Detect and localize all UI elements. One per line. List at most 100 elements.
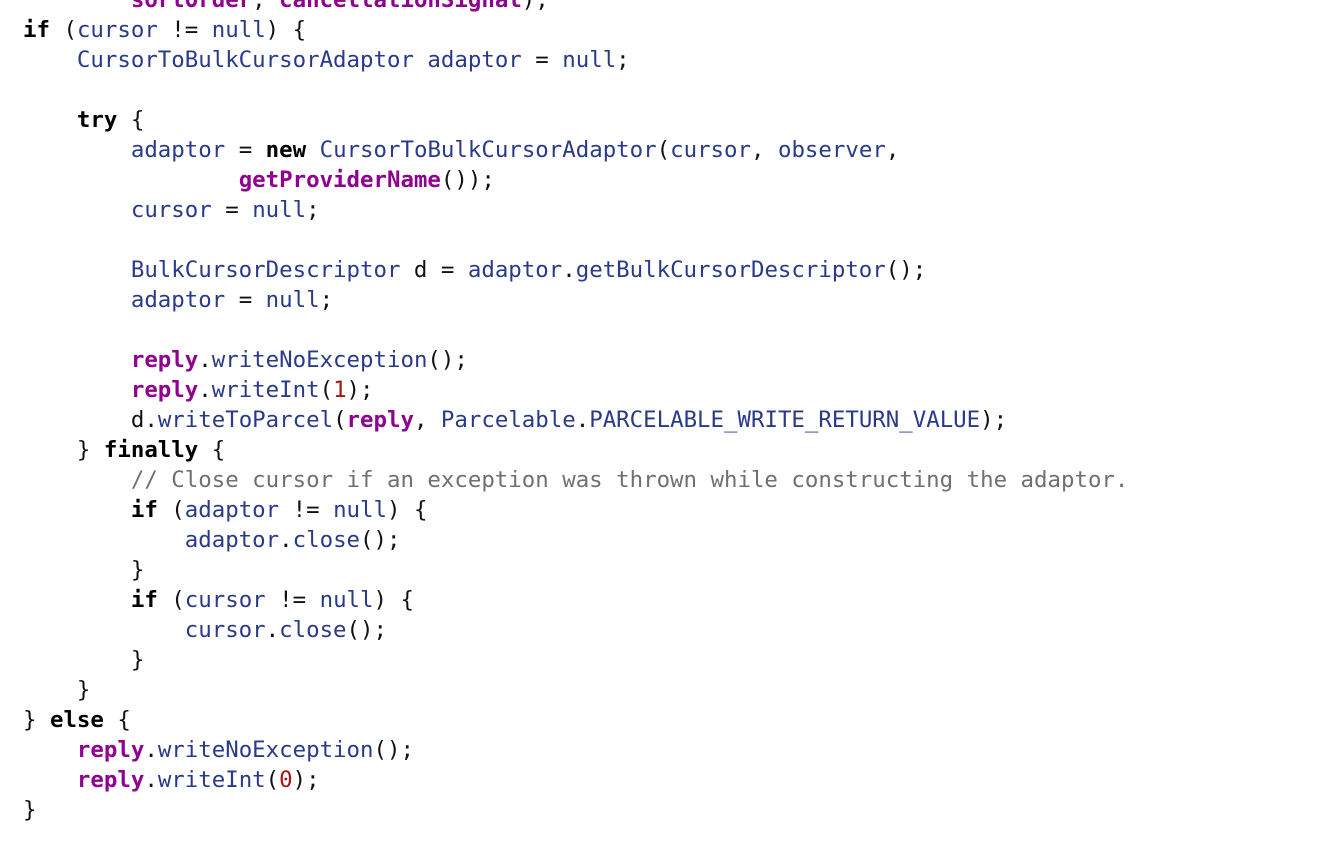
code-text: . (144, 767, 158, 793)
code-text: . (575, 407, 590, 433)
code-viewer[interactable]: sortOrder, cancellationSignal); if (curso… (0, 0, 1342, 848)
code-text: ); (521, 0, 549, 13)
code-text: (); (360, 527, 401, 553)
code-identifier: close (279, 617, 347, 643)
code-text: = (225, 137, 266, 163)
code-text: , (413, 407, 441, 433)
code-text: = (521, 47, 563, 73)
code-text: { (198, 437, 226, 463)
code-line: } (23, 645, 1128, 675)
code-text: , (751, 137, 778, 163)
code-identifier: observer (777, 137, 886, 163)
code-text: ()); (440, 167, 495, 193)
code-text: ); (346, 377, 374, 403)
code-text: . (562, 257, 576, 283)
code-identifier: close (292, 527, 361, 553)
code-keyword: finally (103, 437, 199, 463)
code-line: // Close cursor if an exception was thro… (23, 465, 1129, 495)
code-text: ) { (373, 587, 414, 613)
code-identifier: null (562, 47, 617, 73)
code-text: . (144, 737, 158, 763)
code-keyword: try (76, 107, 118, 133)
code-identifier: writeNoException (157, 737, 374, 763)
code-text: (); (373, 737, 414, 763)
code-line: reply.writeInt(1); (23, 375, 1128, 405)
code-text: , (252, 0, 280, 13)
code-identifier: writeNoException (211, 347, 428, 373)
code-text: . (198, 347, 212, 373)
code-keyword: if (23, 17, 50, 43)
code-text: (); (427, 347, 468, 373)
code-text: { (103, 707, 131, 733)
code-identifier: adaptor (427, 47, 522, 73)
code-identifier: CursorToBulkCursorAdaptor (76, 47, 414, 73)
code-text: (); (346, 617, 387, 643)
code-identifier: CursorToBulkCursorAdaptor (319, 137, 657, 163)
code-line: cursor = null; (23, 195, 1128, 225)
code-identifier: null (333, 497, 387, 523)
code-text: ; (616, 47, 630, 73)
code-text: } (23, 677, 91, 703)
code-identifier: cursor (130, 197, 212, 223)
code-line: d.writeToParcel(reply, Parcelable.PARCEL… (23, 405, 1128, 435)
code-comment: // Close cursor if an exception was thro… (130, 467, 1129, 493)
code-number: 0 (279, 767, 293, 793)
code-line: } (23, 555, 1128, 585)
code-member: reply (76, 767, 145, 793)
code-line: BulkCursorDescriptor d = adaptor.getBulk… (23, 255, 1128, 285)
code-line: } finally { (23, 435, 1128, 465)
code-line: if (cursor != null) { (23, 15, 1128, 45)
code-block[interactable]: sortOrder, cancellationSignal); if (curso… (23, 0, 1128, 825)
code-line: adaptor.close(); (23, 525, 1128, 555)
code-text: . (265, 617, 280, 643)
code-text: } (23, 797, 37, 823)
code-line: reply.writeNoException(); (23, 735, 1128, 765)
code-member: getProviderName (238, 167, 441, 193)
code-identifier: adaptor (184, 497, 280, 523)
code-identifier: null (252, 197, 307, 223)
code-identifier: BulkCursorDescriptor (130, 257, 401, 283)
code-identifier: PARCELABLE_WRITE_RETURN_VALUE (589, 407, 981, 433)
code-member: reply (130, 377, 199, 403)
code-member: reply (130, 347, 199, 373)
code-text: . (198, 377, 212, 403)
code-identifier: writeToParcel (157, 407, 334, 433)
code-text: ; (319, 287, 334, 313)
code-identifier: writeInt (211, 377, 320, 403)
code-text: d. (23, 407, 158, 433)
code-text: ( (265, 767, 280, 793)
code-text: != (279, 497, 334, 523)
code-text: = (225, 287, 266, 313)
code-line: getProviderName()); (23, 165, 1128, 195)
code-text: ); (292, 767, 320, 793)
code-text: ( (319, 377, 334, 403)
code-identifier: null (211, 17, 266, 43)
code-identifier: null (319, 587, 374, 613)
code-text: ( (656, 137, 671, 163)
code-member: sortOrder (130, 0, 253, 13)
code-text: (); (885, 257, 927, 283)
code-keyword: else (49, 707, 104, 733)
code-line: } (23, 675, 1128, 705)
code-text: ) { (265, 17, 307, 43)
code-text: ( (157, 497, 185, 523)
code-identifier: adaptor (130, 287, 226, 313)
code-line: reply.writeInt(0); (23, 765, 1128, 795)
code-line: if (adaptor != null) { (23, 495, 1128, 525)
code-line: reply.writeNoException(); (23, 345, 1128, 375)
code-identifier: getBulkCursorDescriptor (575, 257, 886, 283)
code-identifier: cursor (76, 17, 158, 43)
code-text: } (23, 557, 145, 583)
code-identifier: cursor (670, 137, 751, 163)
